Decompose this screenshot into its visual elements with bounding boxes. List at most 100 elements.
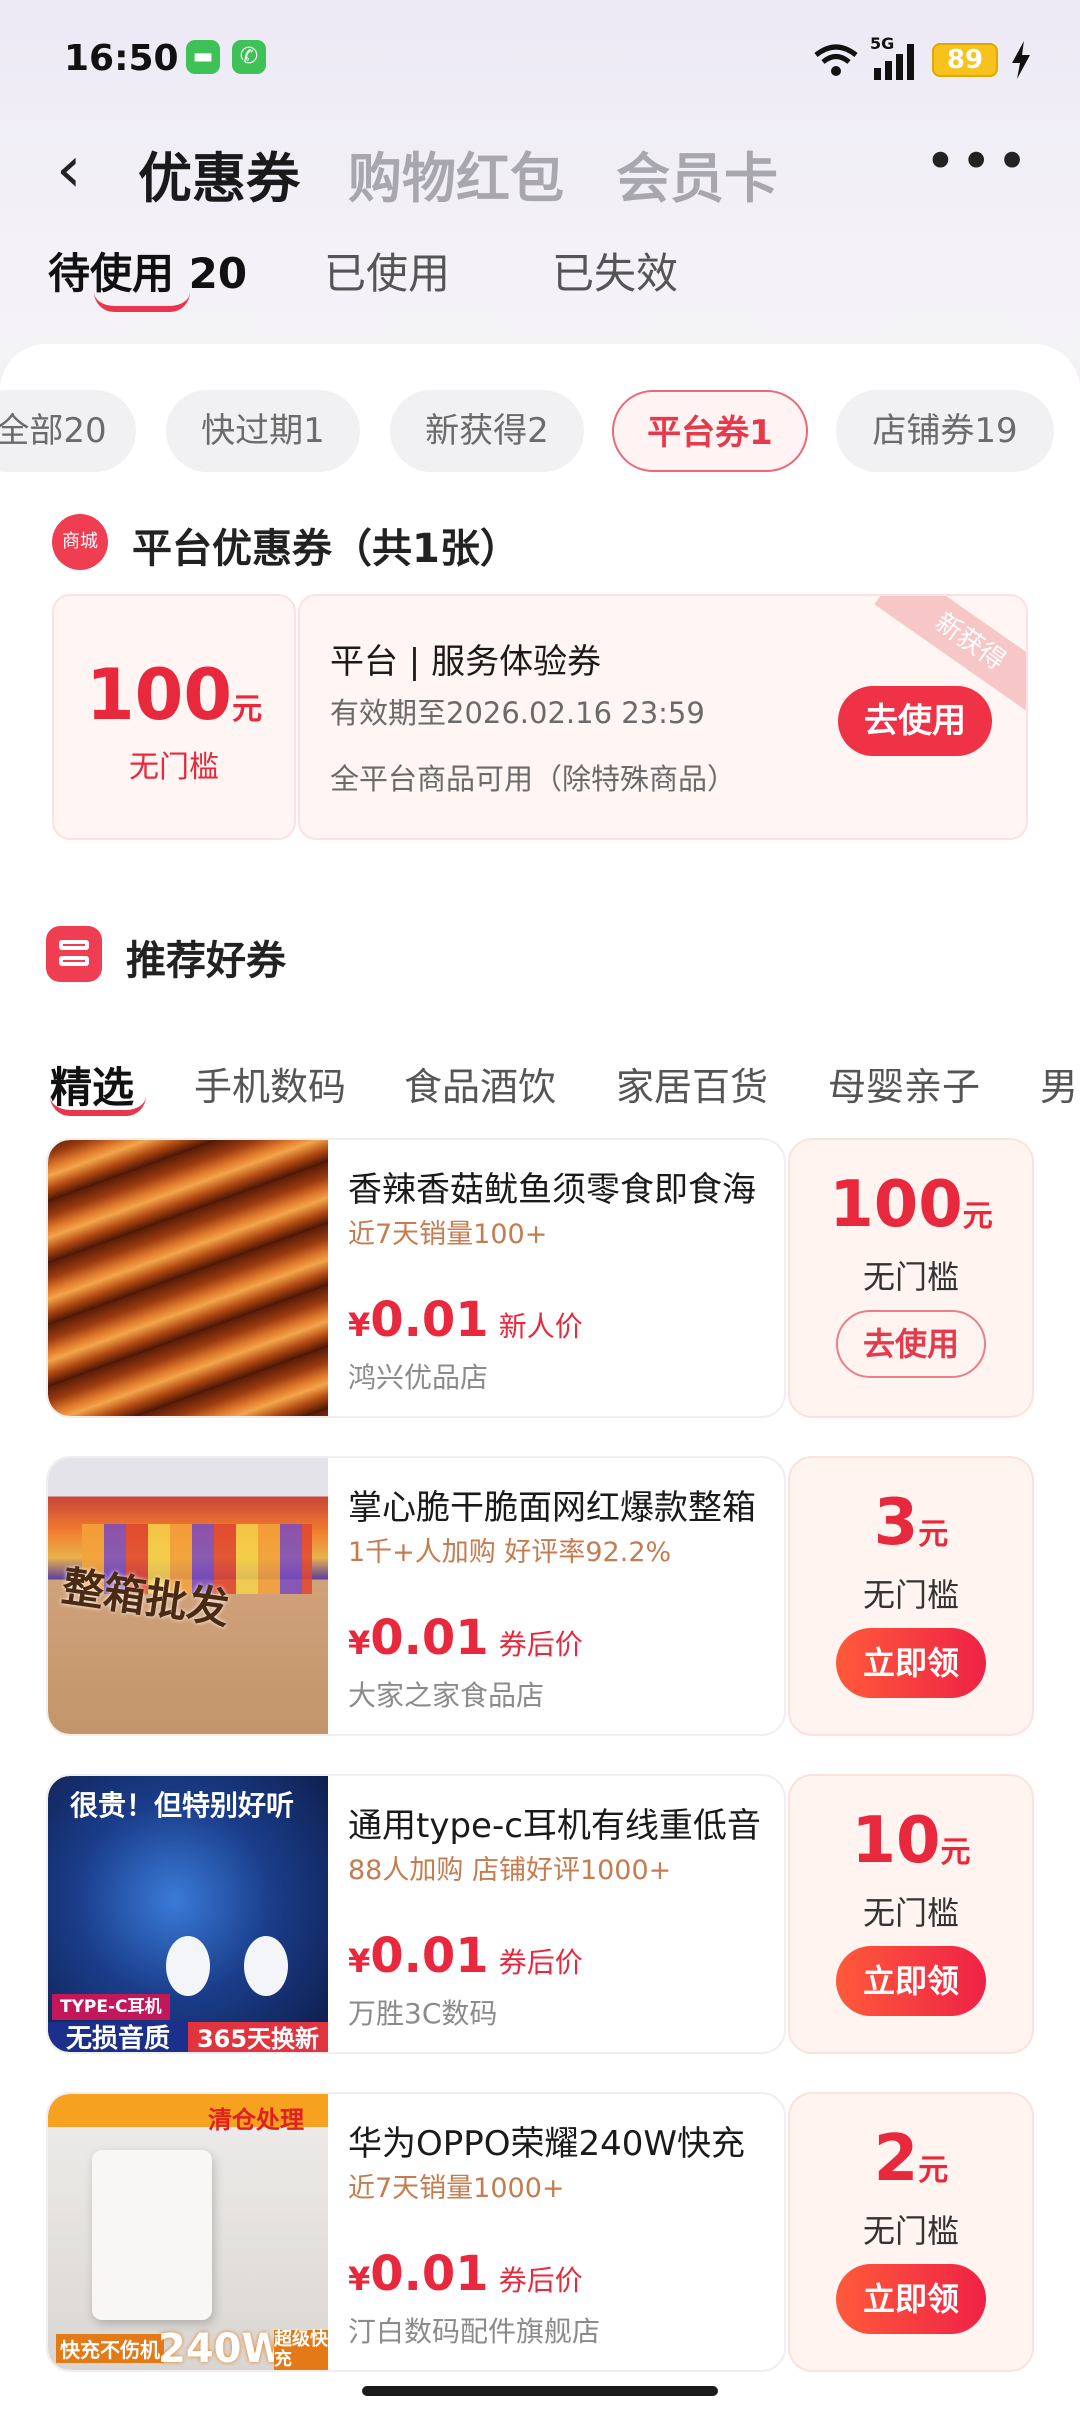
chip-expiring[interactable]: 快过期1 xyxy=(166,390,360,472)
chip-new[interactable]: 新获得2 xyxy=(390,390,584,472)
coupon-amount: 3 xyxy=(873,1486,919,1560)
subtab-expired[interactable]: 已失效 xyxy=(552,240,678,301)
more-icon[interactable]: ••• xyxy=(924,130,1032,193)
price-value: 0.01 xyxy=(370,2246,489,2302)
home-indicator[interactable] xyxy=(362,2386,718,2396)
status-bar: 16:50 ▬ ✆ 5G 89 xyxy=(0,28,1080,98)
tab-coupons[interactable]: 优惠券 xyxy=(138,134,300,213)
price-symbol: ¥ xyxy=(348,1624,371,1662)
category-underline xyxy=(50,1096,146,1116)
product-price: ¥0.01 券后价 xyxy=(348,2246,583,2302)
charging-icon xyxy=(1012,41,1030,79)
shop-name: 汀白数码配件旗舰店 xyxy=(348,2315,601,2348)
back-arrow-icon[interactable]: ‹ xyxy=(56,138,82,202)
mall-icon: 商城 xyxy=(52,514,108,570)
tab-shopping-redpacket[interactable]: 购物红包 xyxy=(348,134,564,213)
price-symbol: ¥ xyxy=(348,1306,371,1344)
chip-shop[interactable]: 店铺券19 xyxy=(836,390,1054,472)
platform-coupon-card: 新获得 平台 | 服务体验券 有效期至2026.02.16 23:59 全平台商… xyxy=(298,594,1028,840)
category-digital[interactable]: 手机数码 xyxy=(194,1056,346,1111)
product-price: ¥0.01 券后价 xyxy=(348,1610,583,1666)
battery-indicator: 89 xyxy=(932,43,998,77)
claim-button[interactable]: 立即领 xyxy=(836,1628,986,1698)
coupon-amount: 100 xyxy=(829,1168,963,1242)
coupon-amount: 2 xyxy=(873,2122,919,2196)
product-name: 掌心脆干脆面网红爆款整箱 xyxy=(348,1488,756,1528)
thumb-headline: 很贵！但特别好听 xyxy=(70,1789,295,1822)
mall-icon-label: 商城 xyxy=(62,531,98,552)
signal-icon: 5G xyxy=(870,34,920,80)
coupon-amount-row: 10元 xyxy=(790,1804,1032,1878)
platform-section-title: 平台优惠券（共1张） xyxy=(132,526,520,572)
wifi-icon xyxy=(814,44,858,76)
product-image: 很贵！但特别好听 TYPE-C耳机 无损音质 365天换新 xyxy=(48,1776,328,2052)
platform-coupon-unit: 元 xyxy=(232,692,263,727)
category-men[interactable]: 男 xyxy=(1040,1056,1078,1111)
claim-button[interactable]: 立即领 xyxy=(836,2264,986,2334)
thumb-badge: TYPE-C耳机 xyxy=(52,1994,170,2020)
earbud-right xyxy=(244,1936,288,1996)
network-type: 5G xyxy=(870,34,895,53)
coupon-amount-row: 100元 xyxy=(790,1168,1032,1242)
price-value: 0.01 xyxy=(370,1928,489,1984)
price-tag: 券后价 xyxy=(498,2264,583,2297)
thumb-feature-right: 365天换新 xyxy=(188,2022,328,2052)
use-button[interactable]: 去使用 xyxy=(836,1310,986,1378)
product-sales: 88人加购 店铺好评1000+ xyxy=(348,1855,672,1886)
tab-member-card[interactable]: 会员卡 xyxy=(616,134,778,213)
product-card[interactable]: 很贵！但特别好听 TYPE-C耳机 无损音质 365天换新 通用type-c耳机… xyxy=(46,1774,786,2054)
subtab-underline xyxy=(94,292,190,312)
product-sales: 近7天销量1000+ xyxy=(348,2173,565,2204)
platform-coupon-name: 平台 | 服务体验券 xyxy=(330,642,602,682)
category-home[interactable]: 家居百货 xyxy=(616,1056,768,1111)
message-icon: ▬ xyxy=(186,40,220,74)
earbud-left xyxy=(166,1936,210,1996)
platform-coupon-amount: 100 xyxy=(85,654,233,736)
product-sales: 近7天销量100+ xyxy=(348,1219,548,1250)
recommend-icon xyxy=(46,926,102,982)
coupon-condition: 无门槛 xyxy=(862,1894,959,1932)
product-card[interactable]: 香辣香菇鱿鱼须零食即食海 近7天销量100+ ¥0.01 新人价 鸿兴优品店 xyxy=(46,1138,786,1418)
price-symbol: ¥ xyxy=(348,2260,371,2298)
product-card[interactable]: 清仓处理 快充不伤机 240W 超级快充 华为OPPO荣耀240W快充 近7天销… xyxy=(46,2092,786,2372)
chip-all[interactable]: 全部20 xyxy=(0,390,136,472)
subtab-used[interactable]: 已使用 xyxy=(324,240,450,301)
platform-coupon-condition: 无门槛 xyxy=(129,750,219,785)
coupon-condition: 无门槛 xyxy=(862,1258,959,1296)
shop-name: 大家之家食品店 xyxy=(348,1679,545,1712)
product-coupon: 100元 无门槛 去使用 xyxy=(788,1138,1034,1418)
coupon-unit: 元 xyxy=(918,2153,949,2188)
phone-icon: ✆ xyxy=(232,40,266,74)
thumb-feature-left: 无损音质 xyxy=(48,2022,188,2052)
coupon-unit: 元 xyxy=(940,1835,971,1870)
claim-button[interactable]: 立即领 xyxy=(836,1946,986,2016)
product-name: 香辣香菇鱿鱼须零食即食海 xyxy=(348,1170,756,1210)
platform-coupon-validity: 有效期至2026.02.16 23:59 xyxy=(330,696,705,730)
price-value: 0.01 xyxy=(370,1292,489,1348)
product-coupon: 2元 无门槛 立即领 xyxy=(788,2092,1034,2372)
platform-use-button[interactable]: 去使用 xyxy=(838,686,992,756)
thumb-watt: 240W xyxy=(158,2326,286,2370)
product-price: ¥0.01 券后价 xyxy=(348,1928,583,1984)
coupon-amount: 10 xyxy=(851,1804,941,1878)
shop-name: 鸿兴优品店 xyxy=(348,1361,489,1394)
product-card[interactable]: 整箱批发 掌心脆干脆面网红爆款整箱 1千+人加购 好评率92.2% ¥0.01 券… xyxy=(46,1456,786,1736)
category-baby[interactable]: 母婴亲子 xyxy=(828,1056,980,1111)
price-tag: 券后价 xyxy=(498,1946,583,1979)
product-image: 整箱批发 xyxy=(48,1458,328,1734)
chip-platform[interactable]: 平台券1 xyxy=(612,390,808,472)
category-food[interactable]: 食品酒饮 xyxy=(404,1056,556,1111)
battery-level: 89 xyxy=(946,45,984,75)
product-sales: 1千+人加购 好评率92.2% xyxy=(348,1537,672,1568)
thumb-slogan: 快充不伤机 xyxy=(56,2334,164,2363)
page-header: ‹ 优惠券 购物红包 会员卡 ••• xyxy=(0,120,1080,220)
price-value: 0.01 xyxy=(370,1610,489,1666)
product-price: ¥0.01 新人价 xyxy=(348,1292,583,1348)
coupon-condition: 无门槛 xyxy=(862,2212,959,2250)
platform-coupon-scope: 全平台商品可用（除特殊商品） xyxy=(330,762,737,796)
coupon-condition: 无门槛 xyxy=(862,1576,959,1614)
product-name: 通用type-c耳机有线重低音 xyxy=(348,1806,761,1846)
charger-shape xyxy=(92,2150,212,2320)
thumb-tag: 超级快充 xyxy=(274,2329,328,2370)
shop-name: 万胜3C数码 xyxy=(348,1997,498,2030)
